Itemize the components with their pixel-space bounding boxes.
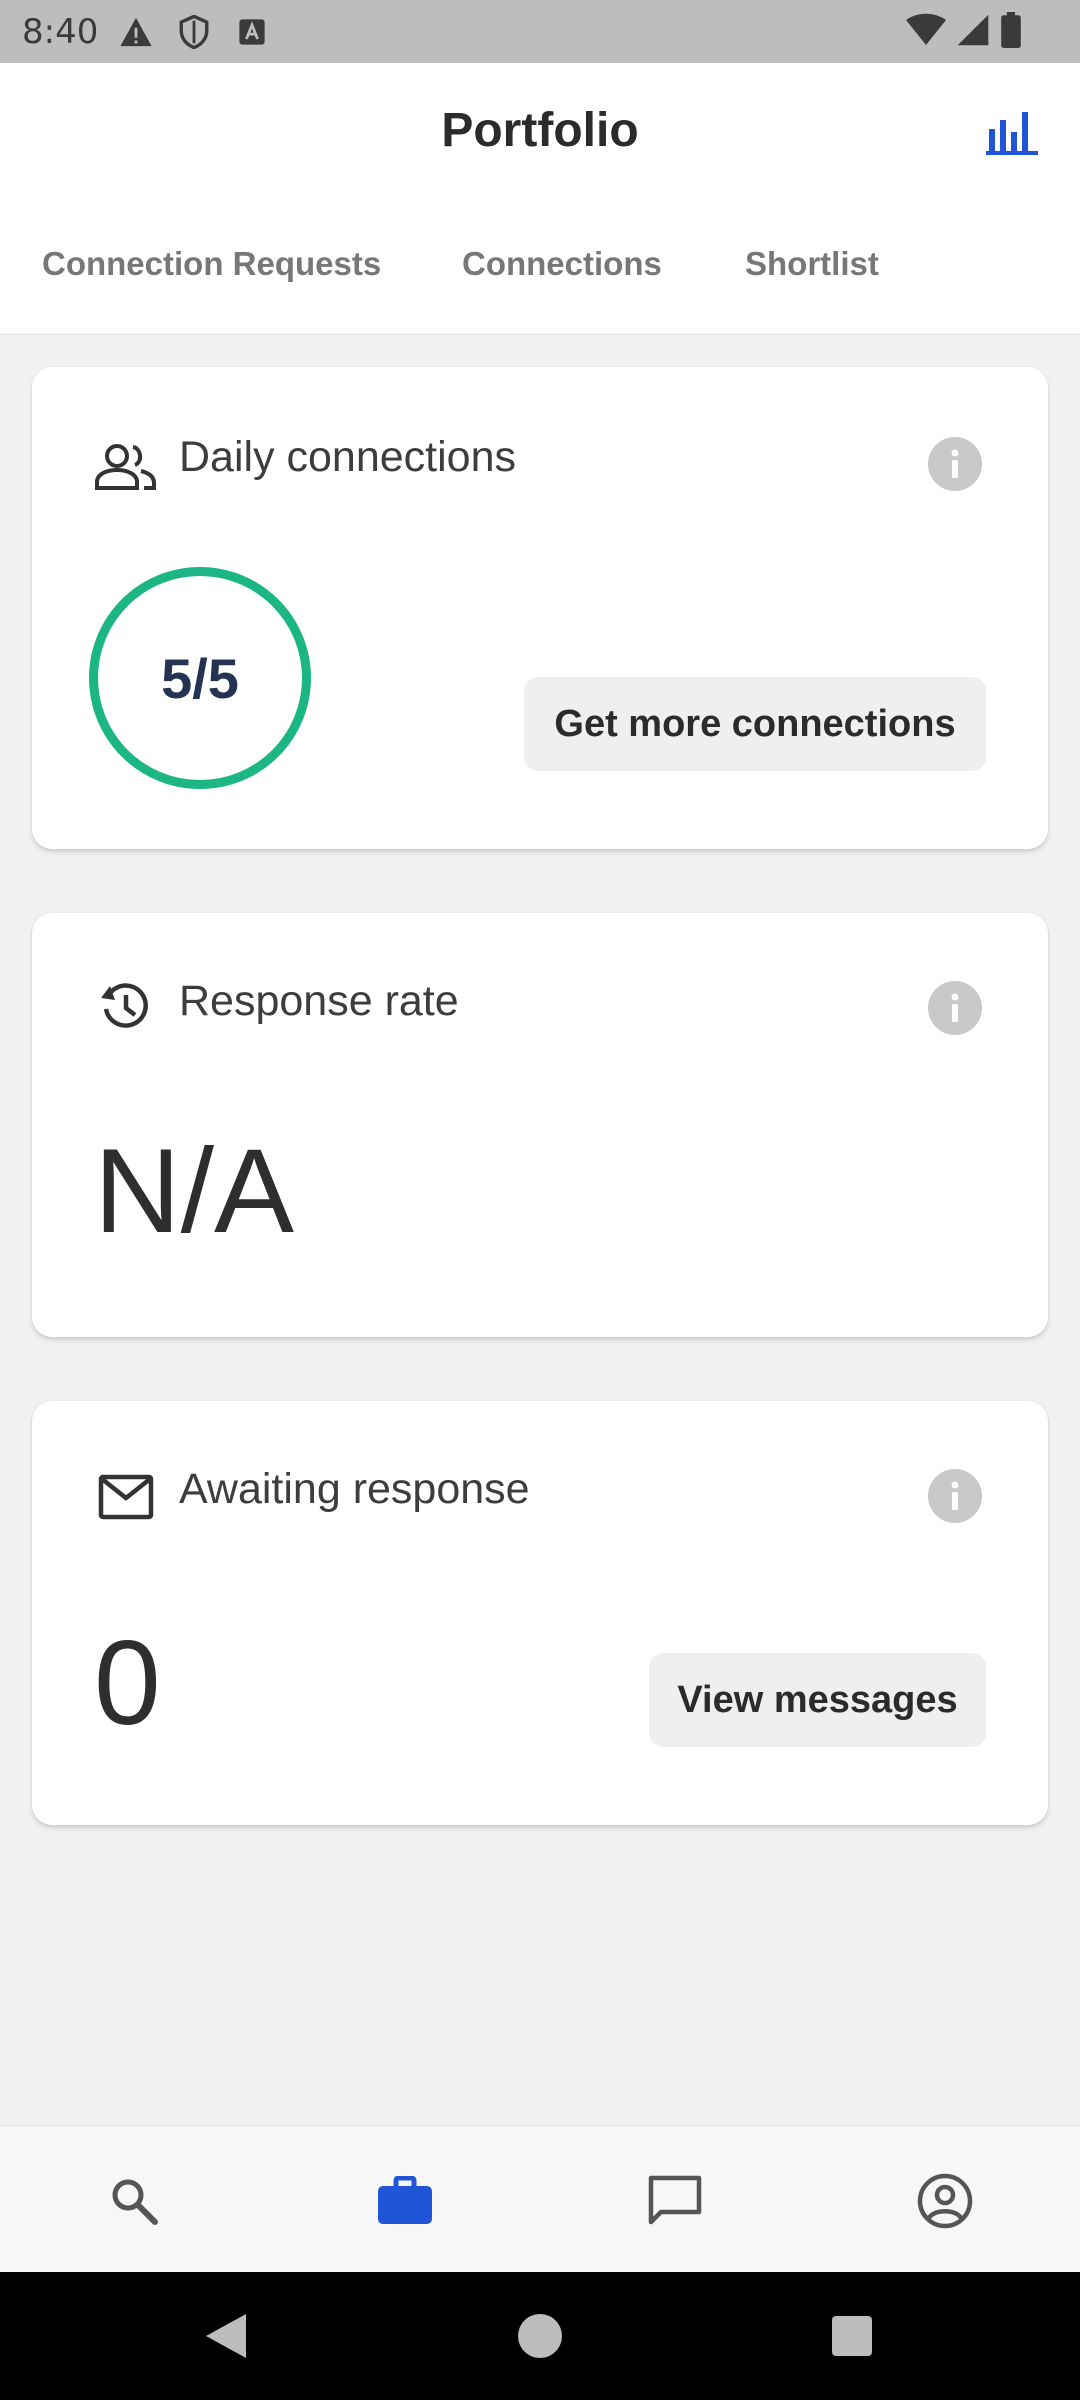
status-time: 8:40 [22, 11, 99, 52]
tab-shortlist[interactable]: Shortlist [745, 245, 879, 283]
card-title: Awaiting response [179, 1465, 530, 1513]
app-bar: Portfolio [0, 63, 1080, 193]
tab-connections[interactable]: Connections [462, 245, 662, 283]
wifi-icon [906, 13, 946, 52]
info-icon[interactable] [928, 1469, 982, 1523]
chat-icon[interactable] [640, 2166, 710, 2236]
response-rate-value: N/A [94, 1124, 295, 1258]
tab-connection-requests[interactable]: Connection Requests [42, 245, 381, 283]
shield-icon [176, 14, 212, 50]
daily-connections-card: Daily connections 5/5 Get more connectio… [32, 367, 1048, 849]
battery-icon [1000, 12, 1022, 53]
back-icon[interactable] [200, 2310, 252, 2362]
a-badge-icon [234, 14, 270, 50]
recents-icon[interactable] [826, 2310, 878, 2362]
ring-value: 5/5 [161, 646, 239, 710]
awaiting-response-value: 0 [94, 1616, 161, 1750]
history-icon [94, 975, 158, 1039]
daily-connections-ring: 5/5 [89, 567, 311, 789]
mail-icon [94, 1465, 158, 1529]
briefcase-icon[interactable] [370, 2166, 440, 2236]
alert-icon [118, 14, 154, 50]
view-messages-button[interactable]: View messages [649, 1653, 986, 1747]
search-icon[interactable] [99, 2166, 169, 2236]
people-icon [94, 435, 158, 499]
bar-chart-icon[interactable] [982, 105, 1042, 161]
response-rate-card: Response rate N/A [32, 913, 1048, 1337]
get-more-connections-button[interactable]: Get more connections [524, 677, 986, 771]
home-icon[interactable] [514, 2310, 566, 2362]
card-title: Daily connections [179, 433, 517, 481]
status-bar: 8:40 [0, 0, 1080, 63]
bottom-nav [0, 2125, 1080, 2272]
page-title: Portfolio [441, 104, 639, 157]
status-right [906, 12, 1022, 53]
account-icon[interactable] [910, 2166, 980, 2236]
tab-bar: Connection Requests Connections Shortlis… [0, 193, 1080, 335]
card-title: Response rate [179, 977, 459, 1025]
system-nav-bar [0, 2272, 1080, 2400]
info-icon[interactable] [928, 981, 982, 1035]
info-icon[interactable] [928, 437, 982, 491]
signal-icon [956, 13, 990, 52]
awaiting-response-card: Awaiting response 0 View messages [32, 1401, 1048, 1825]
